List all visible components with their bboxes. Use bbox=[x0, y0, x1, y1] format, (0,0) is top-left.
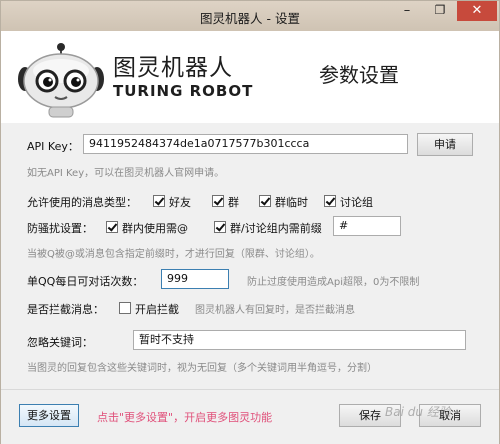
group-checkbox-label: 群 bbox=[228, 196, 239, 209]
api-key-hint: 如无API Key，可以在图灵机器人官网申请。 bbox=[27, 168, 225, 179]
message-types-label: 允许使用的消息类型： bbox=[27, 196, 137, 209]
intercept-checkbox[interactable] bbox=[119, 302, 131, 314]
group-at-checkbox-label: 群内使用需@ bbox=[122, 222, 188, 235]
api-key-label: API Key： bbox=[27, 140, 79, 153]
close-button[interactable]: ✕ bbox=[457, 1, 497, 21]
ignore-keywords-label: 忽略关键词： bbox=[27, 336, 93, 349]
friend-checkbox-label: 好友 bbox=[169, 196, 191, 209]
ignore-keywords-hint: 当图灵的回复包含这些关键词时，视为无回复（多个关键词用半角逗号，分割） bbox=[27, 363, 377, 374]
prefix-checkbox[interactable] bbox=[214, 221, 226, 233]
brand-name-en: TURING ROBOT bbox=[113, 82, 254, 100]
prefix-input[interactable]: # bbox=[333, 216, 401, 236]
maximize-button[interactable]: ❐ bbox=[424, 1, 456, 21]
anti-disturb-hint: 当被Q被@或消息包含指定前缀时，才进行回复（限群、讨论组）。 bbox=[27, 249, 320, 260]
settings-window: 图灵机器人 - 设置 – ❐ ✕ 图灵机器人 TURING ROBOT 参数设置… bbox=[0, 0, 500, 444]
intercept-checkbox-label: 开启拦截 bbox=[135, 303, 179, 316]
apply-api-button[interactable]: 申请 bbox=[417, 133, 473, 156]
discussion-checkbox-label: 讨论组 bbox=[340, 196, 373, 209]
group-at-checkbox[interactable] bbox=[106, 221, 118, 233]
more-settings-hint: 点击"更多设置"，开启更多图灵功能 bbox=[97, 411, 273, 424]
friend-checkbox[interactable] bbox=[153, 195, 165, 207]
group-temp-checkbox[interactable] bbox=[259, 195, 271, 207]
group-checkbox[interactable] bbox=[212, 195, 224, 207]
daily-limit-hint: 防止过度使用造成Api超限，0为不限制 bbox=[247, 277, 420, 288]
header-banner: 图灵机器人 TURING ROBOT 参数设置 bbox=[1, 31, 499, 123]
daily-limit-input[interactable]: 999 bbox=[161, 269, 229, 289]
discussion-checkbox[interactable] bbox=[324, 195, 336, 207]
minimize-button[interactable]: – bbox=[391, 1, 423, 21]
more-settings-button[interactable]: 更多设置 bbox=[19, 404, 79, 427]
watermark: Bai du 经验 bbox=[385, 405, 451, 419]
title-bar[interactable]: 图灵机器人 - 设置 – ❐ ✕ bbox=[1, 1, 499, 31]
daily-limit-label: 单QQ每日可对话次数： bbox=[27, 275, 144, 288]
page-title: 参数设置 bbox=[319, 63, 399, 87]
group-temp-checkbox-label: 群临时 bbox=[275, 196, 308, 209]
prefix-checkbox-label: 群/讨论组内需前缀 bbox=[230, 222, 322, 235]
anti-disturb-label: 防骚扰设置： bbox=[27, 222, 93, 235]
ignore-keywords-input[interactable]: 暂时不支持 bbox=[133, 330, 466, 350]
robot-mascot-icon bbox=[18, 43, 104, 118]
intercept-label: 是否拦截消息： bbox=[27, 303, 104, 316]
brand-name-cn: 图灵机器人 bbox=[113, 55, 233, 81]
intercept-hint: 图灵机器人有回复时，是否拦截消息 bbox=[195, 305, 355, 316]
api-key-field[interactable]: 9411952484374de1a0717577b301ccca bbox=[83, 134, 408, 154]
